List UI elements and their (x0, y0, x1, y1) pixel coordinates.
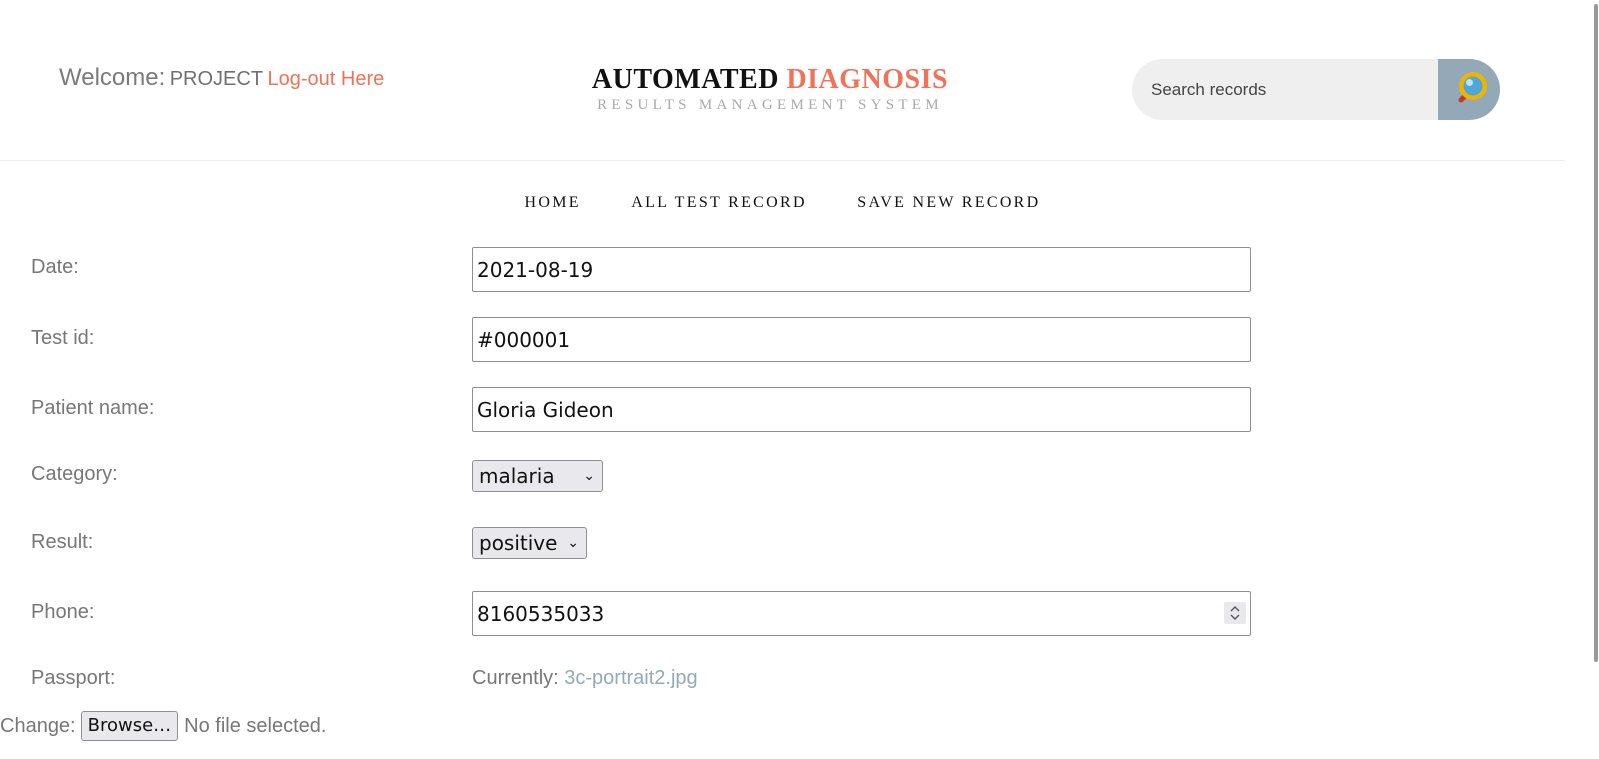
welcome-label: Welcome: (59, 64, 166, 91)
change-label: Change: (0, 714, 76, 737)
magnifier-icon (1458, 72, 1487, 103)
current-file-link[interactable]: 3c-portrait2.jpg (564, 667, 697, 689)
date-field[interactable] (472, 247, 1251, 292)
no-file-text: No file selected. (184, 714, 327, 737)
change-block: Change: Browse… No file selected. (0, 711, 326, 741)
nav-home[interactable]: HOME (524, 190, 580, 216)
category-value: malaria (479, 464, 555, 488)
currently-block: Currently: 3c-portrait2.jpg (472, 667, 698, 690)
welcome-block: Welcome: PROJECT Log-out Here (59, 64, 384, 92)
nav-all-test-record[interactable]: ALL TEST RECORD (631, 190, 807, 216)
brand: AUTOMATED DIAGNOSIS RESULTS MANAGEMENT S… (590, 64, 950, 114)
result-value: positive (479, 531, 558, 555)
brand-subtitle: RESULTS MANAGEMENT SYSTEM (597, 97, 943, 113)
chevron-down-icon: ⌄ (583, 468, 595, 484)
phone-label: Phone: (31, 601, 95, 623)
logout-link[interactable]: Log-out Here (268, 68, 385, 90)
patient-name-field[interactable] (472, 387, 1251, 432)
category-select[interactable]: malaria ⌄ (472, 460, 603, 492)
passport-label: Passport: (31, 667, 116, 689)
header: Welcome: PROJECT Log-out Here AUTOMATED … (0, 0, 1565, 161)
phone-field[interactable] (472, 591, 1251, 636)
search-input[interactable] (1132, 59, 1437, 120)
result-label: Result: (31, 531, 94, 553)
test-id-field[interactable] (472, 317, 1251, 362)
brand-title-main: AUTOMATED (591, 64, 779, 95)
search-button[interactable] (1438, 59, 1500, 120)
result-select[interactable]: positive ⌄ (472, 527, 587, 559)
spinner-arrows-icon (1230, 606, 1240, 620)
number-spinner[interactable] (1224, 602, 1246, 624)
test-id-label: Test id: (31, 327, 95, 349)
category-label: Category: (31, 463, 118, 485)
search-box (1132, 59, 1500, 120)
chevron-down-icon: ⌄ (567, 535, 579, 551)
date-label: Date: (31, 256, 79, 278)
main-nav: HOME ALL TEST RECORD SAVE NEW RECORD (0, 190, 1565, 216)
currently-label: Currently: (472, 667, 559, 689)
brand-title: AUTOMATED DIAGNOSIS (590, 64, 950, 96)
patient-name-label: Patient name: (31, 397, 155, 419)
browse-button[interactable]: Browse… (80, 711, 179, 741)
brand-title-accent: DIAGNOSIS (786, 64, 949, 95)
page: Welcome: PROJECT Log-out Here AUTOMATED … (0, 0, 1599, 759)
nav-save-new-record[interactable]: SAVE NEW RECORD (857, 190, 1040, 216)
scrollbar-thumb[interactable] (1594, 4, 1598, 662)
username: PROJECT (169, 68, 264, 90)
